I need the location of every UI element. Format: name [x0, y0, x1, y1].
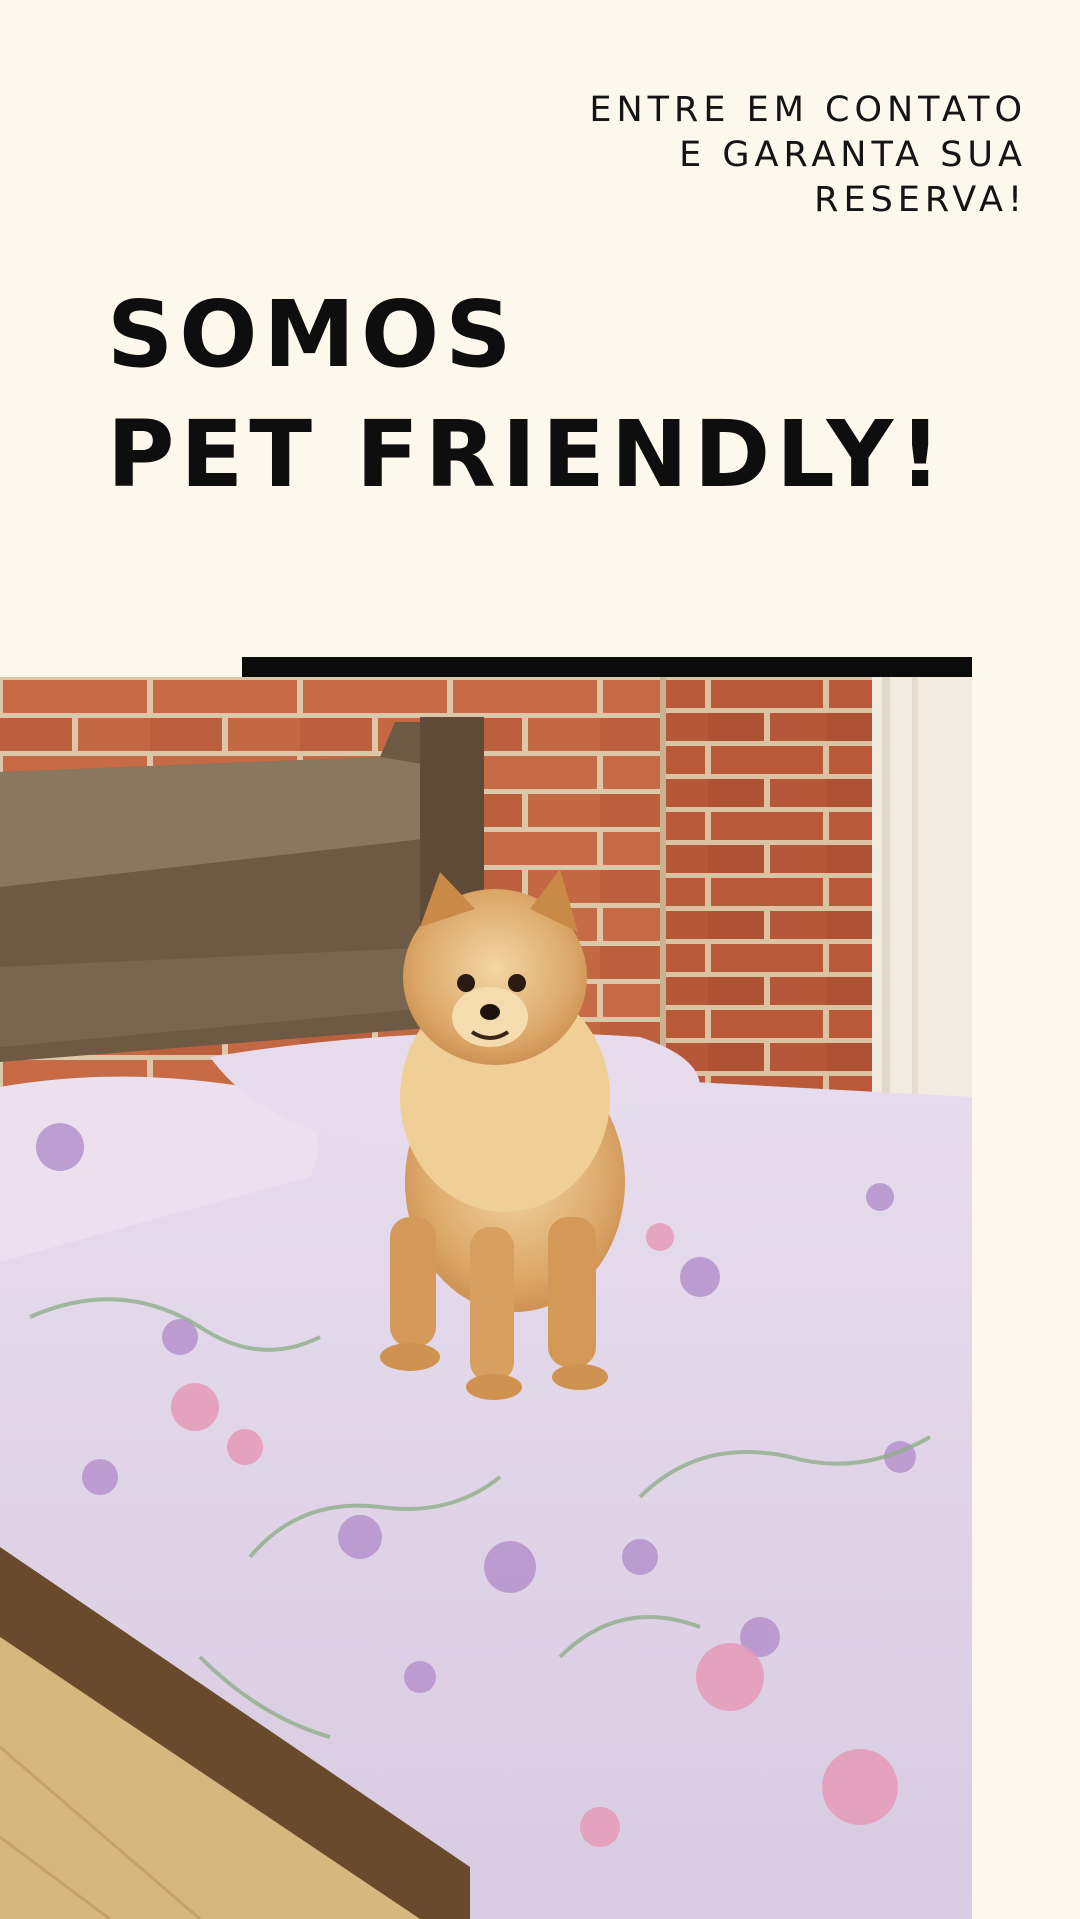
headline-line-1: SOMOS [107, 281, 518, 388]
contact-line-3: RESERVA! [814, 180, 1027, 220]
headline-line-2: PET FRIENDLY! [107, 401, 948, 508]
contact-line-2: E GARANTA SUA [679, 135, 1027, 175]
headline: SOMOS PET FRIENDLY! [107, 275, 947, 515]
contact-callout: ENTRE EM CONTATO E GARANTA SUA RESERVA! [589, 88, 1027, 223]
dog-on-bed-photo [0, 677, 972, 1919]
accent-bar [242, 657, 972, 677]
contact-line-1: ENTRE EM CONTATO [589, 90, 1027, 130]
